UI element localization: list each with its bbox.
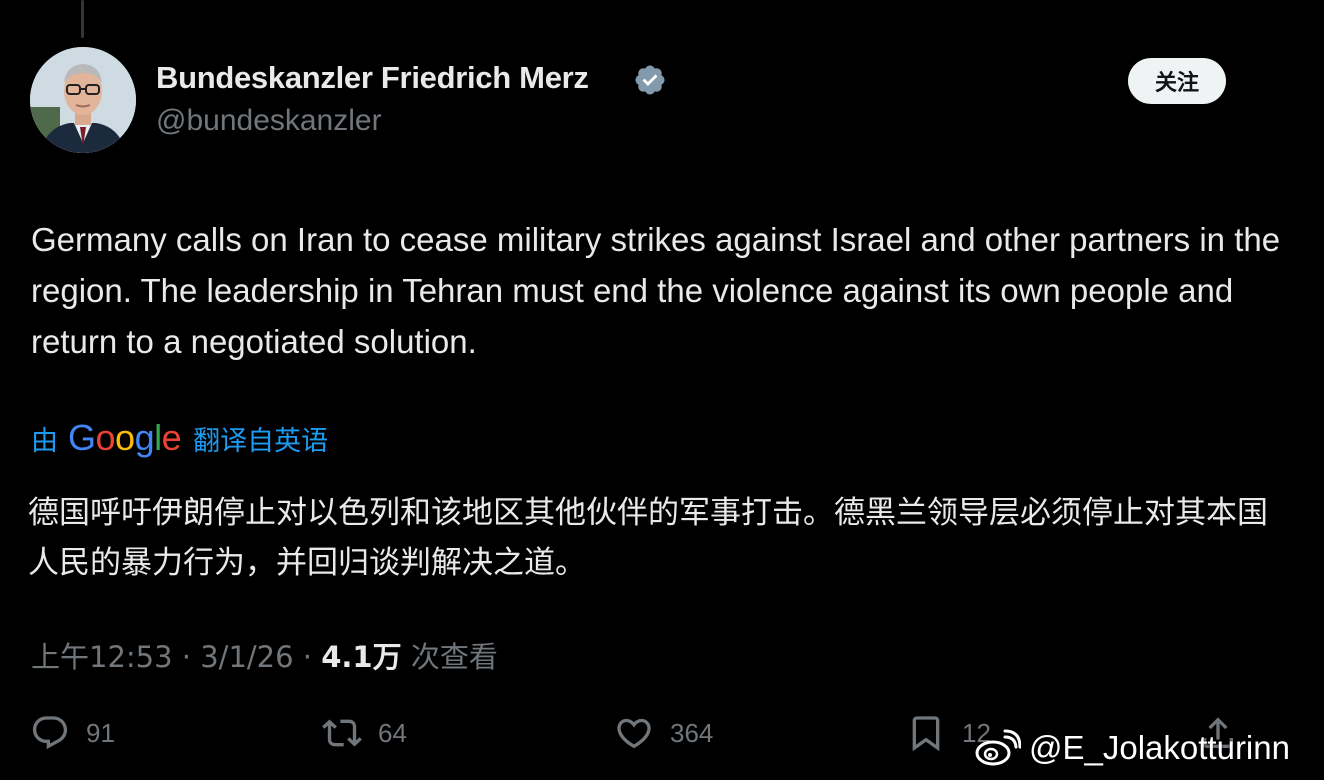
tweet-text: Germany calls on Iran to cease military …	[31, 221, 1281, 360]
meta-separator: ·	[181, 640, 192, 674]
watermark-text: @E_Jolakotturinn	[1029, 729, 1290, 766]
translate-suffix: 翻译自英语	[193, 425, 329, 457]
translate-prefix: 由	[31, 425, 58, 457]
follow-button[interactable]: 关注	[1128, 58, 1226, 104]
repost-count: 64	[378, 717, 407, 748]
weibo-watermark: @E_Jolakotturinn	[975, 722, 1290, 774]
thread-connector-line	[81, 0, 84, 38]
meta-separator: ·	[302, 640, 313, 674]
translated-by-google-link[interactable]: 由 Google 翻译自英语	[31, 416, 328, 460]
reply-button[interactable]: 91	[30, 708, 115, 758]
avatar-portrait-image	[30, 47, 136, 153]
tweet-detail-page: Bundeskanzler Friedrich Merz @bundeskanz…	[0, 0, 1324, 780]
verified-badge-icon	[635, 65, 665, 95]
reply-icon	[32, 716, 68, 750]
tweet-time[interactable]: 上午12:53	[31, 640, 173, 674]
views-label: 次查看	[410, 640, 498, 674]
views-count: 4.1万	[321, 640, 402, 674]
avatar[interactable]	[30, 47, 136, 153]
tweet-meta: 上午12:53 · 3/1/26 · 4.1万 次查看	[31, 634, 498, 676]
author-display-name[interactable]: Bundeskanzler Friedrich Merz	[156, 60, 589, 96]
translated-tweet-text: 德国呼吁伊朗停止对以色列和该地区其他伙伴的军事打击。德黑兰领导层必须停止对其本国…	[28, 495, 1268, 581]
tweet-date[interactable]: 3/1/26	[200, 640, 293, 674]
reply-count: 91	[86, 717, 115, 748]
heart-icon	[617, 718, 651, 749]
like-button[interactable]: 364	[614, 708, 713, 758]
bookmark-icon	[912, 716, 940, 752]
like-count: 364	[670, 717, 714, 748]
weibo-logo-icon	[975, 729, 1021, 766]
author-handle[interactable]: @bundeskanzler	[156, 104, 382, 138]
repost-icon	[322, 719, 362, 747]
google-logo: Google	[68, 417, 182, 458]
repost-button[interactable]: 64	[322, 708, 407, 758]
